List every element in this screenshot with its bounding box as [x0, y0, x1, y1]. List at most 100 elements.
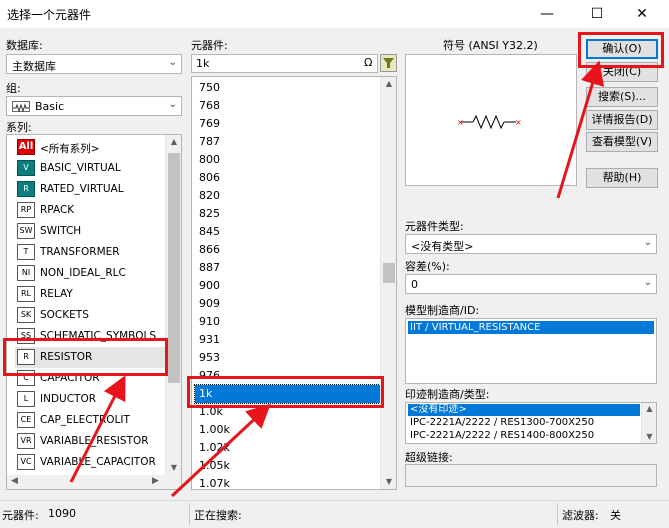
family-item[interactable]: T TRANSFORMER	[15, 242, 167, 263]
svg-text:×: ×	[457, 118, 464, 127]
footprint-item[interactable]: <没有印迹>	[408, 404, 640, 416]
model-manufacturer-list[interactable]: IIT / VIRTUAL_RESISTANCE	[405, 318, 657, 384]
resistor-symbol-icon: × ×	[457, 114, 522, 130]
component-item[interactable]: 910	[195, 313, 380, 331]
component-item[interactable]: 787	[195, 133, 380, 151]
scroll-up-icon[interactable]: ▲	[642, 404, 656, 413]
family-item[interactable]: SW SWITCH	[15, 221, 167, 242]
component-item[interactable]: 1.05k	[195, 457, 380, 475]
scroll-down-icon[interactable]: ▼	[381, 477, 396, 486]
family-icon: L	[17, 391, 35, 407]
filter-button[interactable]	[380, 54, 397, 72]
component-item[interactable]: 820	[195, 187, 380, 205]
component-item-label: 900	[199, 279, 220, 292]
family-list[interactable]: All <所有系列> V BASIC_VIRTUAL R RATED_VIRTUAL RP R…	[6, 134, 182, 490]
maximize-button[interactable]: ☐	[575, 0, 619, 28]
component-item[interactable]: 1.00k	[195, 421, 380, 439]
group-value: Basic	[35, 100, 65, 113]
tolerance-value: 0	[411, 278, 418, 291]
footprint-item[interactable]: IPC-2221A/2222 / RES1400-800X250	[408, 430, 640, 442]
family-item[interactable]: All <所有系列>	[15, 137, 167, 158]
family-item-label: SWITCH	[40, 225, 82, 237]
component-item[interactable]: 845	[195, 223, 380, 241]
family-item[interactable]: SK SOCKETS	[15, 305, 167, 326]
component-item[interactable]: 769	[195, 115, 380, 133]
resistor-highlight	[3, 338, 168, 376]
component-item[interactable]: 887	[195, 259, 380, 277]
family-item[interactable]: CE CAP_ELECTROLIT	[15, 410, 167, 431]
scroll-down-icon[interactable]: ▼	[166, 463, 181, 472]
group-select[interactable]: Basic ⌄	[6, 96, 182, 116]
group-label: 组:	[6, 82, 21, 95]
component-item-label: 800	[199, 153, 220, 166]
component-item[interactable]: 1.02k	[195, 439, 380, 457]
component-item-label: 750	[199, 81, 220, 94]
database-value: 主数据库	[12, 60, 56, 73]
family-item-label: INDUCTOR	[40, 393, 97, 405]
hyperlink-label: 超级链接:	[405, 451, 453, 464]
component-item[interactable]: 900	[195, 277, 380, 295]
component-item-label: 768	[199, 99, 220, 112]
close-window-button[interactable]: ✕	[620, 0, 664, 28]
component-item-label: 806	[199, 171, 220, 184]
omega-icon[interactable]: Ω	[364, 56, 372, 69]
component-item[interactable]: 800	[195, 151, 380, 169]
help-button[interactable]: 帮助(H)	[586, 168, 658, 188]
component-item-label: 909	[199, 297, 220, 310]
family-item-label: <所有系列>	[40, 143, 100, 155]
family-item[interactable]: VR VARIABLE_RESISTOR	[15, 431, 167, 452]
footprint-scrollbar[interactable]: ▲ ▼	[641, 403, 656, 443]
footprint-list[interactable]: <没有印迹> IPC-2221A/2222 / RES1300-700X250 IP…	[405, 402, 657, 444]
component-item-label: 1.07k	[199, 477, 230, 490]
scroll-up-icon[interactable]: ▲	[381, 79, 396, 88]
family-icon: T	[17, 244, 35, 260]
component-item[interactable]: 806	[195, 169, 380, 187]
status-divider	[557, 503, 558, 525]
hyperlink-field[interactable]	[405, 464, 657, 487]
component-item[interactable]: 750	[195, 79, 380, 97]
family-item[interactable]: NI NON_IDEAL_RLC	[15, 263, 167, 284]
family-scroll-thumb[interactable]	[168, 153, 180, 383]
component-item[interactable]: 1.07k	[195, 475, 380, 490]
component-item[interactable]: 953	[195, 349, 380, 367]
family-item[interactable]: RP RPACK	[15, 200, 167, 221]
component-label: 元器件:	[191, 39, 228, 52]
scroll-up-icon[interactable]: ▲	[166, 137, 181, 146]
component-type-select[interactable]: <没有类型> ⌄	[405, 234, 657, 254]
component-item-label: 845	[199, 225, 220, 238]
component-item[interactable]: 825	[195, 205, 380, 223]
family-item[interactable]: L INDUCTOR	[15, 389, 167, 410]
scroll-down-icon[interactable]: ▼	[642, 432, 656, 441]
footprint-item[interactable]: IPC-2221A/2222 / RES1300-700X250	[408, 417, 640, 429]
component-scrollbar[interactable]: ▲ ▼	[380, 77, 396, 489]
tolerance-select[interactable]: 0 ⌄	[405, 274, 657, 294]
model-manufacturer-item[interactable]: IIT / VIRTUAL_RESISTANCE	[408, 321, 654, 334]
scroll-right-icon[interactable]: ▶	[152, 476, 159, 486]
view-model-button[interactable]: 查看模型(V)	[586, 132, 658, 152]
component-item[interactable]: 909	[195, 295, 380, 313]
family-item-label: RATED_VIRTUAL	[40, 183, 124, 195]
detail-report-button[interactable]: 详情报告(D)	[586, 110, 658, 130]
component-item[interactable]: 931	[195, 331, 380, 349]
family-item[interactable]: VC VARIABLE_CAPACITOR	[15, 452, 167, 473]
search-button[interactable]: 搜索(S)...	[586, 87, 658, 107]
chevron-down-icon: ⌄	[643, 277, 652, 288]
component-item-label: 820	[199, 189, 220, 202]
symbol-label: 符号 (ANSI Y32.2)	[443, 39, 538, 52]
family-item[interactable]: R RATED_VIRTUAL	[15, 179, 167, 200]
component-item-label: 1.02k	[199, 441, 230, 454]
database-select[interactable]: 主数据库 ⌄	[6, 54, 182, 74]
family-item[interactable]: RL RELAY	[15, 284, 167, 305]
component-list[interactable]: 750 768 769 787 800 806 820 825 845 866 887 900 909 9…	[191, 76, 397, 490]
minimize-button[interactable]: —	[525, 0, 569, 28]
family-item[interactable]: V BASIC_VIRTUAL	[15, 158, 167, 179]
component-scroll-thumb[interactable]	[383, 263, 395, 283]
family-hscrollbar[interactable]: ◀ ▶	[7, 475, 181, 489]
component-item[interactable]: 768	[195, 97, 380, 115]
resistor-icon	[12, 101, 30, 113]
family-scrollbar[interactable]: ▲ ▼	[165, 135, 181, 475]
filter-label: 滤波器:	[562, 509, 599, 522]
component-item[interactable]: 866	[195, 241, 380, 259]
scroll-left-icon[interactable]: ◀	[11, 476, 18, 486]
component-search-input[interactable]: 1k Ω	[191, 54, 378, 73]
